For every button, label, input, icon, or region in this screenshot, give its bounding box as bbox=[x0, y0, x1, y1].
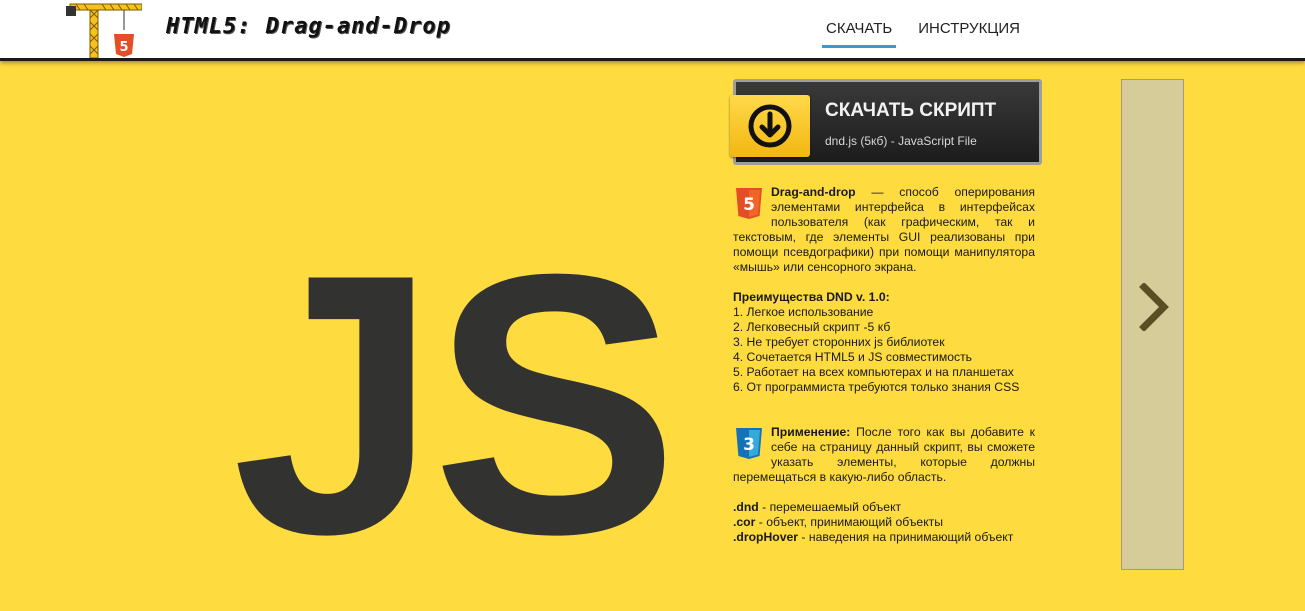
download-icon-box bbox=[730, 95, 810, 157]
svg-text:5: 5 bbox=[119, 40, 128, 55]
advantage-item: 1. Легкое использование bbox=[733, 305, 874, 319]
usage-term: Применение: bbox=[771, 425, 851, 439]
svg-text:5: 5 bbox=[743, 195, 755, 215]
site-title: HTML5: Drag-and-Drop bbox=[166, 14, 451, 39]
advantages-section: Преимущества DND v. 1.0: 1. Легкое испол… bbox=[733, 290, 1035, 395]
advantage-item: 5. Работает на всех компьютерах и на пла… bbox=[733, 365, 1014, 379]
chevron-right-icon bbox=[1139, 283, 1169, 331]
advantage-item: 3. Не требует сторонних js библиотек bbox=[733, 335, 945, 349]
html5-badge-icon: 5 bbox=[736, 188, 762, 219]
advantage-item: 4. Сочетается HTML5 и JS совместимость bbox=[733, 350, 973, 364]
nav-download[interactable]: СКАЧАТЬ bbox=[822, 0, 897, 58]
advantages-title: Преимущества DND v. 1.0: bbox=[733, 290, 890, 304]
crane-logo-icon: 5 bbox=[66, 3, 142, 58]
svg-text:3: 3 bbox=[743, 435, 755, 455]
js-logo: JS bbox=[232, 198, 679, 611]
download-arrow-icon bbox=[748, 104, 792, 148]
intro-term: Drag-and-drop bbox=[771, 185, 856, 199]
class-item: .dnd - перемешаемый объект bbox=[733, 500, 902, 514]
usage-paragraph: 3 Применение: После того как вы добавите… bbox=[733, 425, 1035, 485]
intro-paragraph: 5 Drag-and-drop — способ оперирования эл… bbox=[733, 185, 1035, 275]
next-slide-panel[interactable] bbox=[1121, 79, 1184, 570]
site-header: 5 HTML5: Drag-and-Drop СКАЧАТЬ ИНСТРУКЦИ… bbox=[0, 0, 1305, 61]
advantage-item: 6. От программиста требуются только знан… bbox=[733, 380, 1020, 394]
download-script-button[interactable]: СКАЧАТЬ СКРИПТ dnd.js (5кб) - JavaScript… bbox=[730, 79, 1042, 165]
download-file-info: dnd.js (5кб) - JavaScript File bbox=[825, 134, 977, 148]
info-panel: 5 Drag-and-drop — способ оперирования эл… bbox=[733, 185, 1035, 545]
css3-badge-icon: 3 bbox=[736, 428, 762, 459]
class-item: .cor - объект, принимающий объекты bbox=[733, 515, 944, 529]
classes-list: .dnd - перемешаемый объект .cor - объект… bbox=[733, 500, 1035, 545]
class-item: .dropHover - наведения на принимающий об… bbox=[733, 530, 1014, 544]
main-nav: СКАЧАТЬ ИНСТРУКЦИЯ bbox=[822, 0, 1042, 58]
advantage-item: 2. Легковесный скрипт -5 кб bbox=[733, 320, 891, 334]
nav-instructions[interactable]: ИНСТРУКЦИЯ bbox=[914, 0, 1024, 58]
download-title: СКАЧАТЬ СКРИПТ bbox=[825, 100, 997, 121]
